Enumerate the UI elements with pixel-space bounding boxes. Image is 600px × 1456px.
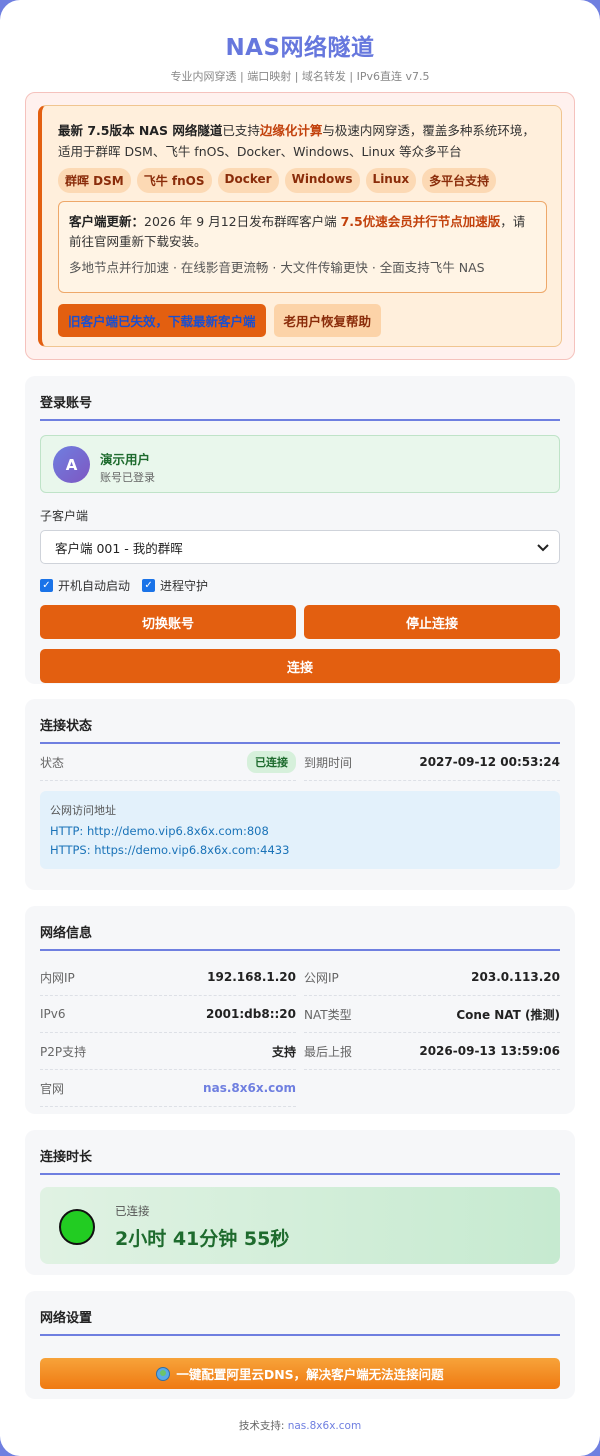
net-key: 公网IP: [304, 970, 339, 985]
tag-linux: Linux: [365, 168, 417, 193]
options-row: ✓ 开机自动启动 ✓ 进程守护: [40, 577, 560, 594]
settings-title: 网络设置: [40, 1307, 560, 1336]
update-features: 多地节点并行加速 · 在线影音更流畅 · 大文件传输更快 · 全面支持飞牛 NA…: [69, 260, 485, 275]
check-icon: ✓: [142, 579, 156, 592]
app-title: NAS网络隧道: [225, 35, 375, 61]
switch-account-button[interactable]: 切换账号: [40, 605, 296, 639]
duration-card: 连接时长 已连接 2小时 41分钟 55秒: [25, 1130, 575, 1275]
update-text: 2026 年 9 月12日发布群晖客户端: [144, 214, 341, 229]
net-key: P2P支持: [40, 1044, 87, 1059]
recovery-help-button[interactable]: 老用户恢复帮助: [273, 304, 382, 337]
dns-button-label: 一键配置阿里云DNS，解决客户端无法连接问题: [176, 1367, 444, 1382]
net-row-lan-ip: 内网IP 192.168.1.20: [40, 959, 296, 996]
client-select-label: 子客户端: [40, 509, 89, 523]
user-status: 账号已登录: [100, 471, 155, 484]
duration-title: 连接时长: [40, 1146, 560, 1175]
login-card: 登录账号 A 演示用户 账号已登录 子客户端 客户端 001 - 我的群晖 ✓ …: [25, 376, 575, 684]
status-title: 连接状态: [40, 715, 560, 744]
website-link[interactable]: nas.8x6x.com: [203, 1081, 296, 1095]
tag-fnos: 飞牛 fnOS: [136, 168, 212, 193]
net-row-last-report: 最后上报 2026-09-13 13:59:06: [304, 1033, 560, 1070]
http-url-link[interactable]: HTTP: http://demo.vip6.8x6x.com:808: [50, 824, 550, 838]
net-key: IPv6: [40, 1007, 66, 1021]
net-key: 官网: [40, 1081, 65, 1096]
expire-row: 到期时间 2027-09-12 00:53:24: [304, 744, 560, 781]
status-dot-icon: [59, 1209, 95, 1245]
configure-dns-button[interactable]: 一键配置阿里云DNS，解决客户端无法连接问题: [40, 1358, 560, 1389]
net-value: Cone NAT (推测): [456, 1007, 560, 1022]
tag-docker: Docker: [217, 168, 279, 193]
tag-dsm: 群晖 DSM: [58, 168, 131, 193]
footer-prefix: 技术支持:: [238, 1420, 288, 1432]
client-select[interactable]: 客户端 001 - 我的群晖: [40, 530, 560, 564]
network-title: 网络信息: [40, 922, 560, 951]
autostart-checkbox[interactable]: ✓ 开机自动启动: [40, 577, 130, 594]
client-selected-value: 客户端 001 - 我的群晖: [55, 540, 183, 556]
net-key: 内网IP: [40, 970, 75, 985]
notice-panel: 最新 7.5版本 NAS 网络隧道已支持边缘化计算与极速内网穿透，覆盖多种系统环…: [25, 92, 575, 360]
network-grid: 内网IP 192.168.1.20 公网IP 203.0.113.20 IPv6…: [40, 959, 560, 1107]
settings-card: 网络设置 一键配置阿里云DNS，解决客户端无法连接问题: [25, 1291, 575, 1399]
update-line: 客户端更新：2026 年 9 月12日发布群晖客户端 7.5优速会员并行节点加速…: [69, 212, 536, 252]
download-client-button[interactable]: 旧客户端已失效，下载最新客户端: [58, 304, 266, 337]
update-notice: 客户端更新：2026 年 9 月12日发布群晖客户端 7.5优速会员并行节点加速…: [58, 201, 547, 293]
update-label: 客户端更新：: [69, 214, 145, 229]
net-value: 2026-09-13 13:59:06: [419, 1044, 560, 1058]
net-row-website: 官网 nas.8x6x.com: [40, 1070, 296, 1107]
notice-version: 最新 7.5版本 NAS 网络隧道: [58, 123, 223, 138]
avatar: A: [53, 446, 90, 483]
public-address-title: 公网访问地址: [50, 804, 116, 817]
net-key: 最后上报: [304, 1044, 353, 1059]
tag-multi-platform: 多平台支持: [422, 168, 497, 193]
net-value: 2001:db8::20: [205, 1007, 296, 1021]
app-subtitle: 专业内网穿透 | 端口映射 | 域名转发 | IPv6直连 v7.5: [170, 70, 430, 83]
net-key: NAT类型: [304, 1007, 352, 1022]
net-row-public-ip: 公网IP 203.0.113.20: [304, 959, 560, 996]
notice-buttons: 旧客户端已失效，下载最新客户端 老用户恢复帮助: [58, 304, 545, 337]
status-card: 连接状态 状态 已连接 到期时间 2027-09-12 00:53:24 公网访…: [25, 699, 575, 890]
user-name: 演示用户: [100, 452, 151, 467]
footer: 技术支持: nas.8x6x.com: [0, 1418, 600, 1433]
status-label: 状态: [40, 755, 65, 770]
net-row-p2p: P2P支持 支持: [40, 1033, 296, 1070]
notice-text: 最新 7.5版本 NAS 网络隧道已支持边缘化计算与极速内网穿透，覆盖多种系统环…: [58, 120, 545, 162]
update-highlight: 7.5优速会员并行节点加速版: [340, 214, 501, 229]
net-value: 203.0.113.20: [471, 970, 560, 984]
stop-connection-button[interactable]: 停止连接: [304, 605, 560, 639]
tag-windows: Windows: [284, 168, 360, 193]
notice-box: 最新 7.5版本 NAS 网络隧道已支持边缘化计算与极速内网穿透，覆盖多种系统环…: [38, 105, 562, 347]
duration-value: 2小时 41分钟 55秒: [115, 1228, 290, 1250]
public-address-box: 公网访问地址 HTTP: http://demo.vip6.8x6x.com:8…: [40, 791, 560, 869]
status-row: 状态 已连接: [40, 744, 296, 781]
https-url-link[interactable]: HTTPS: https://demo.vip6.8x6x.com:4433: [50, 843, 550, 857]
network-card: 网络信息 内网IP 192.168.1.20 公网IP 203.0.113.20…: [25, 906, 575, 1114]
footer-link[interactable]: nas.8x6x.com: [288, 1420, 361, 1432]
net-value: 192.168.1.20: [207, 970, 296, 984]
expire-value: 2027-09-12 00:53:24: [419, 755, 560, 769]
status-grid: 状态 已连接 到期时间 2027-09-12 00:53:24: [40, 744, 560, 781]
account-buttons: 切换账号 停止连接: [40, 605, 560, 639]
login-title: 登录账号: [40, 392, 560, 421]
connect-button[interactable]: 连接: [40, 649, 560, 683]
notice-text-part: 已支持: [222, 123, 260, 138]
daemon-label: 进程守护: [160, 579, 209, 593]
expire-label: 到期时间: [304, 755, 353, 770]
status-badge: 已连接: [247, 751, 296, 773]
app-window: NAS网络隧道 专业内网穿透 | 端口映射 | 域名转发 | IPv6直连 v7…: [0, 0, 600, 1456]
net-value: 支持: [271, 1044, 296, 1059]
net-row-ipv6: IPv6 2001:db8::20: [40, 996, 296, 1033]
notice-highlight: 边缘化计算: [259, 123, 323, 138]
autostart-label: 开机自动启动: [58, 579, 131, 593]
globe-icon: [156, 1366, 171, 1381]
platform-tags: 群晖 DSM 飞牛 fnOS Docker Windows Linux 多平台支…: [58, 168, 545, 193]
net-row-nat: NAT类型 Cone NAT (推测): [304, 996, 560, 1033]
user-info: A 演示用户 账号已登录: [40, 435, 560, 493]
check-icon: ✓: [40, 579, 53, 592]
duration-label: 已连接: [115, 1204, 150, 1218]
duration-box: 已连接 2小时 41分钟 55秒: [40, 1187, 560, 1264]
daemon-checkbox[interactable]: ✓ 进程守护: [142, 577, 208, 594]
chevron-down-icon: [537, 540, 549, 555]
